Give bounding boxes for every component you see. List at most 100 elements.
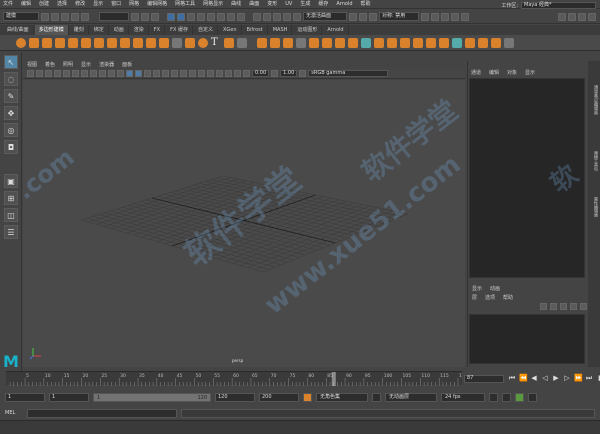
side-tab-modeling-toolkit[interactable]: 建模工具包 [589, 141, 599, 181]
planar-uv-icon[interactable] [465, 37, 475, 48]
time-slider[interactable]: 5 10 15 20 25 30 35 40 45 50 55 60 65 70 75 80 85 90 95 100… [6, 371, 462, 386]
poly-pyramid-icon[interactable] [120, 37, 130, 48]
play-backwards-icon[interactable]: ◁ [541, 374, 549, 382]
far-clip-field[interactable]: 1.00 [280, 70, 298, 77]
camera-attributes-icon[interactable] [36, 70, 43, 77]
two-pane-layout-icon[interactable]: ◫ [4, 208, 18, 222]
poly-gear-icon[interactable] [185, 37, 195, 48]
toggle-modeling-toolkit-icon[interactable] [558, 12, 566, 21]
image-plane-icon[interactable] [54, 70, 61, 77]
combine-icon[interactable] [257, 37, 267, 48]
poly-sphere-icon[interactable] [16, 37, 26, 48]
select-by-deform-icon[interactable] [207, 12, 215, 21]
symmetry-dropdown[interactable]: 对称: 禁用 [379, 12, 419, 21]
shelf-tab-fx[interactable]: FX [150, 25, 166, 35]
make-live-icon[interactable] [293, 12, 301, 21]
layer-tab-anim[interactable]: 动画 [490, 285, 500, 292]
character-set-icon[interactable] [303, 392, 312, 402]
render-view-icon[interactable] [421, 12, 429, 21]
panel-menu-show[interactable]: 显示 [81, 61, 91, 69]
outliner-layout-icon[interactable]: ☰ [4, 225, 18, 239]
xray-icon[interactable] [225, 70, 232, 77]
layer-menu-layers[interactable]: 层 [472, 294, 477, 301]
wireframe-icon[interactable] [126, 70, 133, 77]
menu-window[interactable]: 窗口 [111, 0, 121, 9]
move-tool-icon[interactable]: ✥ [4, 106, 18, 120]
menu-modify[interactable]: 修改 [75, 0, 85, 9]
selection-mode-dropdown[interactable] [99, 12, 129, 21]
shelf-tab-xgen[interactable]: XGen [219, 25, 242, 35]
current-frame-field[interactable]: 87 [464, 375, 504, 383]
resolution-gate-icon[interactable] [81, 70, 88, 77]
super-shape-icon[interactable] [172, 37, 182, 48]
xray-joints-icon[interactable] [234, 70, 241, 77]
anim-layer-icon[interactable] [372, 392, 381, 402]
select-tool-icon[interactable]: ↖ [4, 55, 18, 69]
channel-box-menu-edit[interactable]: 编辑 [489, 69, 499, 76]
mirror-icon[interactable] [309, 37, 319, 48]
wedge-icon[interactable] [439, 37, 449, 48]
xray-components-icon[interactable] [243, 70, 250, 77]
animation-end-field[interactable]: 200 [259, 392, 299, 402]
hypershade-icon[interactable] [461, 12, 469, 21]
single-perspective-layout-icon[interactable]: ▣ [4, 174, 18, 188]
panel-menu-panels[interactable]: 面板 [122, 61, 132, 69]
select-by-dynamic-icon[interactable] [217, 12, 225, 21]
shelf-tab-bifrost[interactable]: Bifrost [243, 25, 268, 35]
new-scene-icon[interactable] [41, 12, 49, 21]
poly-torus-icon[interactable] [68, 37, 78, 48]
scale-tool-icon[interactable]: ◘ [4, 140, 18, 154]
mel-label[interactable]: MEL [5, 410, 23, 416]
snap-point-icon[interactable] [273, 12, 281, 21]
step-back-key-icon[interactable]: ⏪ [519, 374, 528, 382]
channel-box-area[interactable]: 软 [469, 78, 585, 278]
animation-start-field[interactable]: 1 [5, 392, 45, 402]
separate-icon[interactable] [270, 37, 280, 48]
loop-icon[interactable] [489, 392, 498, 402]
poly-pipe-icon[interactable] [146, 37, 156, 48]
film-gate-icon[interactable] [72, 70, 79, 77]
poly-cube-icon[interactable] [29, 37, 39, 48]
side-tab-attribute-editor[interactable]: 属性编辑器 [589, 187, 599, 227]
playback-start-field[interactable]: 1 [49, 392, 89, 402]
menu-edit[interactable]: 编辑 [21, 0, 31, 9]
command-input[interactable] [27, 408, 177, 418]
svg-tool-icon[interactable] [224, 37, 234, 48]
shelf-tab-rigging[interactable]: 绑定 [90, 25, 109, 35]
paint-select-tool-icon[interactable]: ✎ [4, 89, 18, 103]
bevel-icon[interactable] [348, 37, 358, 48]
side-tab-channel-box[interactable]: 通道盒/层编辑器 [589, 65, 599, 135]
automatic-uv-icon[interactable] [478, 37, 488, 48]
shelf-tab-motion-graphics[interactable]: 运动图形 [293, 25, 323, 35]
menu-file[interactable]: 文件 [3, 0, 13, 9]
menu-set-dropdown[interactable]: 建模 [3, 12, 39, 21]
ambient-occlusion-icon[interactable] [189, 70, 196, 77]
shelf-settings-icon[interactable] [504, 37, 514, 48]
use-all-lights-icon[interactable] [171, 70, 178, 77]
step-forward-frame-icon[interactable]: ▷ [563, 374, 571, 382]
soccer-ball-icon[interactable] [198, 37, 208, 48]
select-by-curve-icon[interactable] [187, 12, 195, 21]
gate-mask-icon[interactable] [90, 70, 97, 77]
panel-menu-view[interactable]: 视图 [27, 61, 37, 69]
menu-mesh-tools[interactable]: 网格工具 [175, 0, 195, 9]
undo-icon[interactable] [71, 12, 79, 21]
toggle-attribute-editor-icon[interactable] [568, 12, 576, 21]
render-current-icon[interactable] [431, 12, 439, 21]
shelf-tab-curves-surfaces[interactable]: 曲线/曲面 [3, 25, 34, 35]
color-space-dropdown[interactable]: sRGB gamma [308, 70, 389, 77]
redo-icon[interactable] [81, 12, 89, 21]
character-set-dropdown[interactable]: 无角色集 [316, 392, 368, 402]
panel-menu-shading[interactable]: 着色 [45, 61, 55, 69]
layer-menu-help[interactable]: 帮助 [503, 294, 513, 301]
new-empty-layer-icon[interactable] [560, 303, 567, 310]
text-tool-icon[interactable]: T [211, 37, 221, 48]
layer-tab-display[interactable]: 显示 [472, 285, 482, 292]
playback-end-field[interactable]: 120 [215, 392, 255, 402]
smooth-icon[interactable] [283, 37, 293, 48]
menu-create[interactable]: 创建 [39, 0, 49, 9]
fps-dropdown[interactable]: 24 fps [441, 392, 485, 402]
ipr-render-icon[interactable] [441, 12, 449, 21]
menu-mesh-display[interactable]: 网格显示 [203, 0, 223, 9]
move-layer-up-icon[interactable] [540, 303, 547, 310]
